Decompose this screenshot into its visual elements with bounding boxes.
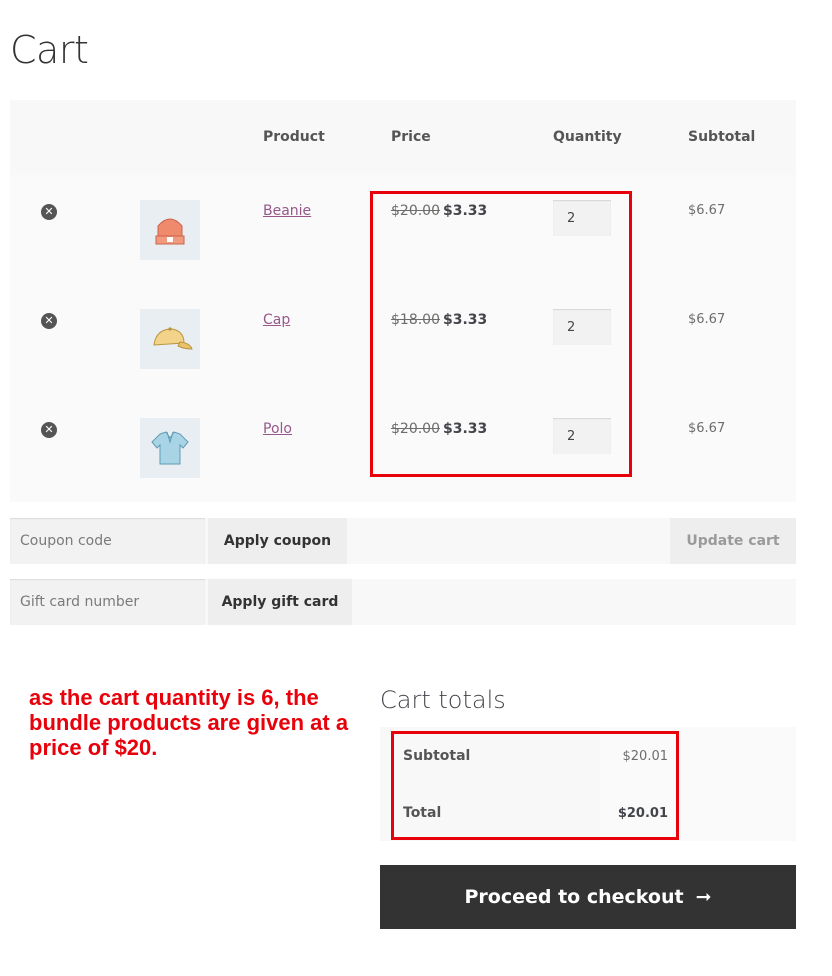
product-link-beanie[interactable]: Beanie [263,203,311,219]
arrow-right-icon: ➞ [695,886,712,908]
row-subtotal: $6.67 [688,421,726,436]
remove-item-icon[interactable]: ✕ [41,313,57,329]
annotation-note: as the cart quantity is 6, the bundle pr… [29,685,349,760]
update-cart-button[interactable]: Update cart [670,518,796,564]
header-quantity: Quantity [553,129,622,145]
header-product: Product [263,129,325,145]
header-subtotal: Subtotal [688,129,756,145]
coupon-code-input[interactable] [10,518,205,564]
product-link-cap[interactable]: Cap [263,312,290,328]
totals-highlight-box [391,731,679,840]
apply-coupon-button[interactable]: Apply coupon [208,518,347,564]
page-title: Cart [10,28,89,72]
remove-item-icon[interactable]: ✕ [41,422,57,438]
header-price: Price [391,129,431,145]
product-link-polo[interactable]: Polo [263,421,292,437]
apply-gift-card-button[interactable]: Apply gift card [208,579,352,625]
cart-totals-title: Cart totals [380,686,506,714]
checkout-label: Proceed to checkout [464,886,684,908]
beanie-icon[interactable] [140,200,200,260]
gift-card-row: Apply gift card [10,579,796,625]
table-header: Product Price Quantity Subtotal [10,100,796,175]
polo-icon[interactable] [140,418,200,478]
coupon-row: Apply coupon Update cart [10,518,796,564]
gift-card-input[interactable] [10,579,205,625]
proceed-to-checkout-button[interactable]: Proceed to checkout ➞ [380,865,796,929]
remove-item-icon[interactable]: ✕ [41,204,57,220]
price-highlight-box [370,191,632,477]
row-subtotal: $6.67 [688,203,726,218]
cap-icon[interactable] [140,309,200,369]
row-subtotal: $6.67 [688,312,726,327]
